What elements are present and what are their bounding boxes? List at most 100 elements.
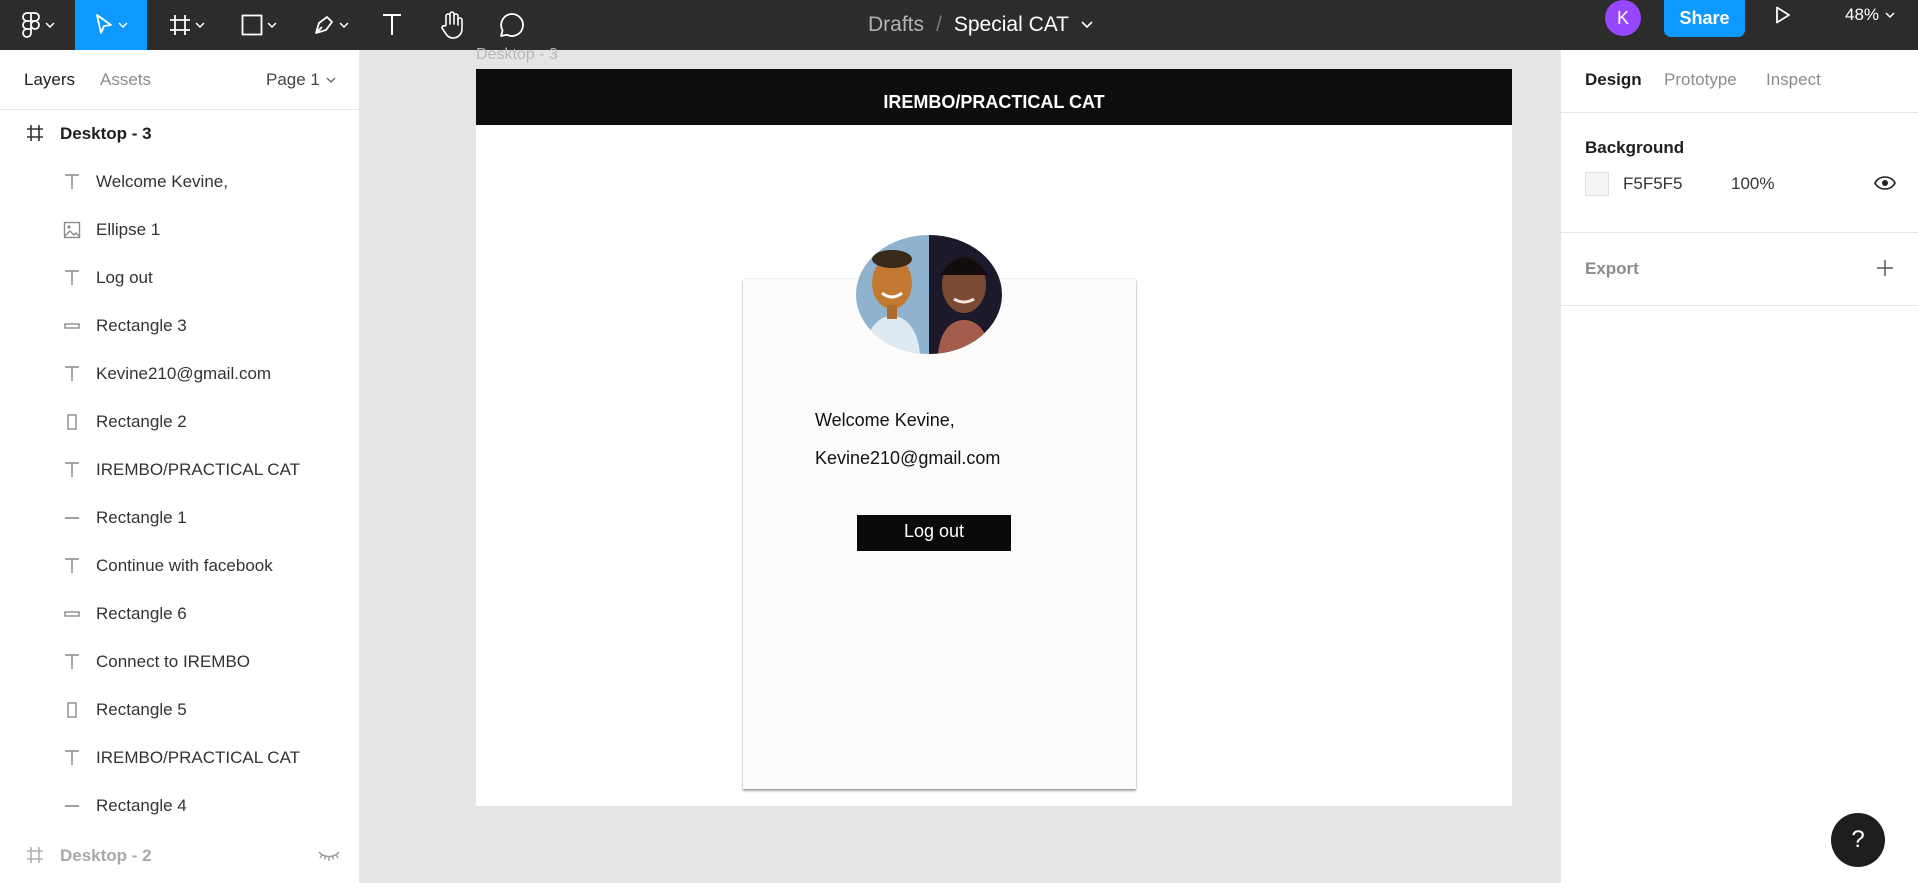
layer-item[interactable]: Rectangle 2 [0,398,360,446]
present-button[interactable] [1775,0,1791,30]
pen-icon [315,16,333,34]
chevron-down-icon[interactable] [1081,21,1093,29]
eye-closed-icon[interactable] [318,850,340,862]
layer-item[interactable]: Ellipse 1 [0,206,360,254]
layer-item[interactable]: Rectangle 6 [0,590,360,638]
layer-item[interactable]: Kevine210@gmail.com [0,350,360,398]
text-tool-button[interactable] [376,0,408,50]
background-hex-input[interactable]: F5F5F5 [1623,174,1683,194]
export-title[interactable]: Export [1585,259,1639,279]
help-button[interactable]: ? [1831,813,1885,867]
frame-label[interactable]: Desktop - 3 [476,46,558,64]
chevron-down-icon [339,22,349,28]
layer-frame-desktop-2[interactable]: Desktop - 2 [0,832,360,880]
layer-item-label: Kevine210@gmail.com [96,364,272,383]
layer-item[interactable]: Connect to IREMBO [0,638,360,686]
text-icon [62,652,82,672]
layer-item-label: Continue with facebook [96,556,273,575]
zoom-level: 48% [1845,5,1880,24]
properties-panel: Design Prototype Inspect Background F5F5… [1560,50,1918,883]
logout-button[interactable]: Log out [857,515,1011,551]
frame-icon [27,847,43,863]
layer-item-label: Connect to IREMBO [96,652,251,671]
layer-item[interactable]: Welcome Kevine, [0,158,360,206]
layer-frame-desktop-3[interactable]: Desktop - 3 [0,110,360,158]
hand-icon [441,11,463,39]
frame-header[interactable]: IREMBO/PRACTICAL CAT [476,69,1512,125]
layer-item-label: Rectangle 5 [96,700,187,719]
layer-item-label: Ellipse 1 [96,220,161,239]
tab-assets[interactable]: Assets [100,70,151,90]
chevron-down-icon [118,22,128,28]
background-opacity-input[interactable]: 100% [1731,174,1774,194]
layer-item[interactable]: Rectangle 1 [0,494,360,542]
welcome-text[interactable]: Welcome Kevine, [815,410,955,431]
layer-item-label: Rectangle 3 [96,316,187,335]
email-text[interactable]: Kevine210@gmail.com [815,448,1000,469]
layer-item-label: Rectangle 2 [96,412,187,431]
layers-panel: Layers Assets Page 1 Desktop - 3 Welcome… [0,50,360,883]
profile-image-icon [856,235,1002,354]
chevron-down-icon [326,77,336,83]
rectangle-wide-icon [62,316,82,336]
play-icon [1776,6,1790,24]
rectangle-tall-icon [62,700,82,720]
layer-item[interactable]: Continue with facebook [0,542,360,590]
tab-layers[interactable]: Layers [24,70,75,90]
chevron-down-icon [195,22,205,28]
breadcrumb: Drafts / Special CAT [868,0,1093,50]
background-swatch[interactable] [1585,172,1609,196]
text-icon [62,172,82,192]
main-menu-button[interactable] [0,0,75,50]
page-select[interactable]: Page 1 [266,70,336,90]
chevron-down-icon [1885,12,1895,18]
share-button[interactable]: Share [1664,0,1745,37]
cursor-icon [96,14,112,34]
layer-item[interactable]: Rectangle 5 [0,686,360,734]
breadcrumb-drafts[interactable]: Drafts [868,13,924,37]
layer-item[interactable]: IREMBO/PRACTICAL CAT [0,446,360,494]
zoom-control[interactable]: 48% [1845,0,1895,30]
rectangle-icon [241,14,263,36]
layer-item[interactable]: Rectangle 3 [0,302,360,350]
layer-frame-label: Desktop - 2 [60,846,152,865]
move-tool-button[interactable] [75,0,147,50]
pen-tool-button[interactable] [304,0,358,50]
layer-item[interactable]: Rectangle 4 [0,782,360,830]
layer-item-label: Rectangle 1 [96,508,187,527]
layer-item[interactable]: IREMBO/PRACTICAL CAT [0,734,360,782]
eye-icon[interactable] [1874,176,1896,190]
file-name[interactable]: Special CAT [954,13,1069,37]
page-select-label: Page 1 [266,70,320,89]
line-icon [62,508,82,528]
line-icon [62,796,82,816]
text-icon [62,556,82,576]
layer-item-label: Log out [96,268,153,287]
tab-design[interactable]: Design [1585,70,1642,90]
layer-item[interactable]: Log out [0,254,360,302]
frame-icon [170,15,190,35]
frame-icon [27,125,43,141]
rectangle-wide-icon [62,604,82,624]
top-toolbar: Drafts / Special CAT K Share 48% [0,0,1918,50]
frame-tool-button[interactable] [160,0,214,50]
chevron-down-icon [44,22,55,28]
tab-inspect[interactable]: Inspect [1766,70,1821,90]
layer-item-label: Welcome Kevine, [96,172,228,191]
tab-prototype[interactable]: Prototype [1664,70,1737,90]
text-icon [383,14,401,35]
comment-icon [500,13,524,37]
avatar[interactable]: K [1605,0,1641,36]
comment-tool-button[interactable] [496,0,528,50]
profile-photo[interactable] [856,235,1002,354]
layer-item-label: IREMBO/PRACTICAL CAT [96,748,301,767]
figma-logo-icon [21,12,40,38]
text-icon [62,364,82,384]
layer-item-label: IREMBO/PRACTICAL CAT [96,460,301,479]
hand-tool-button[interactable] [436,0,468,50]
left-panel-tabs: Layers Assets Page 1 [0,50,360,110]
shape-tool-button[interactable] [232,0,286,50]
chevron-down-icon [267,22,277,28]
plus-icon[interactable] [1875,258,1895,278]
background-section [1561,113,1918,233]
